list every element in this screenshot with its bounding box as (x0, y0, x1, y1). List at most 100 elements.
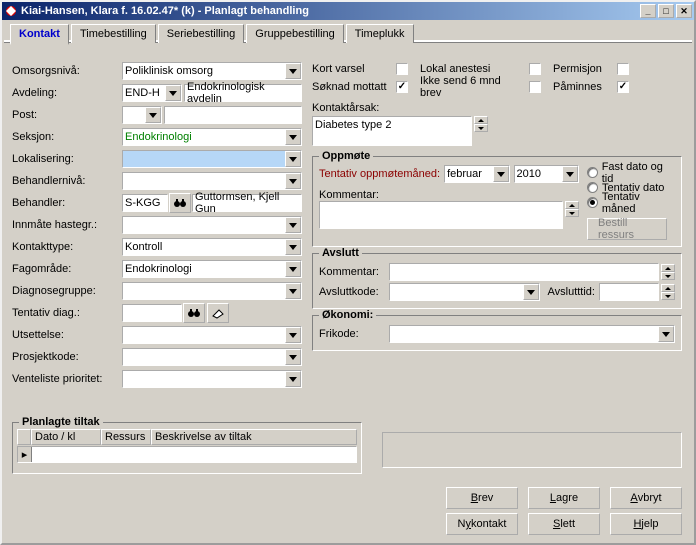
paminnes-checkbox[interactable] (617, 81, 629, 93)
avdeling-label: Avdeling: (12, 87, 122, 99)
oppmote-kommentar-input[interactable] (319, 201, 563, 229)
avslutt-kommentar-spinner[interactable] (661, 264, 675, 280)
chevron-down-icon[interactable] (285, 349, 301, 365)
chevron-down-icon[interactable] (285, 371, 301, 387)
venteliste-label: Venteliste prioritet: (12, 373, 122, 385)
kontakttype-select[interactable]: Kontroll (122, 238, 302, 256)
chevron-down-icon[interactable] (145, 107, 161, 123)
brev-button[interactable]: Brev (446, 487, 518, 509)
tab-timeplukk[interactable]: Timeplukk (346, 24, 414, 43)
chevron-down-icon[interactable] (285, 327, 301, 343)
omsorgsniva-label: Omsorgsnivå: (12, 65, 122, 77)
diagnosegruppe-label: Diagnosegruppe: (12, 285, 122, 297)
chevron-down-icon[interactable] (523, 284, 539, 300)
binoculars-icon[interactable] (169, 193, 191, 213)
slett-button[interactable]: Slett (528, 513, 600, 535)
table-row[interactable]: ▸ (17, 446, 357, 463)
fagomrade-select[interactable]: Endokrinologi (122, 260, 302, 278)
kortvarsel-label: Kort varsel (312, 63, 392, 75)
avslutt-legend: Avslutt (319, 247, 362, 259)
chevron-down-icon[interactable] (165, 85, 181, 101)
chevron-down-icon[interactable] (562, 166, 578, 182)
year-select[interactable]: 2010 (514, 165, 579, 183)
close-button[interactable]: ✕ (676, 4, 692, 18)
kortvarsel-checkbox[interactable] (396, 63, 408, 75)
chevron-down-icon[interactable] (658, 326, 674, 342)
avslutt-kommentar-input[interactable] (389, 263, 659, 281)
chevron-down-icon[interactable] (493, 166, 509, 182)
diagnosegruppe-select[interactable] (122, 282, 302, 300)
frikode-select[interactable] (389, 325, 675, 343)
kontaktarsak-input[interactable]: Diabetes type 2 (312, 116, 472, 146)
avsluttkode-label: Avsluttkode: (319, 286, 389, 298)
maximize-button[interactable]: □ (658, 4, 674, 18)
ikkesend-checkbox[interactable] (529, 81, 541, 93)
oppmote-kommentar-spinner[interactable] (565, 201, 579, 229)
minimize-button[interactable]: _ (640, 4, 656, 18)
chevron-down-icon[interactable] (285, 151, 301, 167)
binoculars-icon[interactable] (183, 303, 205, 323)
lagre-button[interactable]: Lagre (528, 487, 600, 509)
tentativdiag-input[interactable] (122, 304, 182, 322)
omsorgsniva-select[interactable]: Poliklinisk omsorg (122, 62, 302, 80)
fagomrade-label: Fagområde: (12, 263, 122, 275)
venteliste-select[interactable] (122, 370, 302, 388)
tab-bar: Kontakt Timebestilling Seriebestilling G… (2, 20, 694, 43)
utsettelse-select[interactable] (122, 326, 302, 344)
tab-timebestilling[interactable]: Timebestilling (71, 24, 156, 43)
avslutttid-input[interactable] (599, 283, 659, 301)
utsettelse-label: Utsettelse: (12, 329, 122, 341)
tab-kontakt[interactable]: Kontakt (10, 24, 69, 45)
chevron-down-icon[interactable] (285, 129, 301, 145)
avdeling-desc: Endokrinologisk avdelin (184, 84, 302, 102)
app-window: Kiai-Hansen, Klara f. 16.02.47* (k) - Pl… (0, 0, 696, 545)
hjelp-button[interactable]: Hjelp (610, 513, 682, 535)
radio-dato[interactable] (587, 182, 598, 193)
radio-fast[interactable] (587, 167, 598, 178)
prosjektkode-label: Prosjektkode: (12, 351, 122, 363)
oppmote-legend: Oppmøte (319, 150, 373, 162)
eraser-icon[interactable] (207, 303, 229, 323)
chevron-down-icon[interactable] (285, 261, 301, 277)
avbryt-button[interactable]: Avbryt (610, 487, 682, 509)
behandler-code[interactable]: S-KGG (122, 194, 168, 212)
tentativdiag-label: Tentativ diag.: (12, 307, 122, 319)
col-ressurs[interactable]: Ressurs (101, 429, 151, 445)
chevron-down-icon[interactable] (285, 63, 301, 79)
chevron-down-icon[interactable] (285, 173, 301, 189)
ikkesend-label: Ikke send 6 mnd brev (420, 75, 525, 99)
window-title: Kiai-Hansen, Klara f. 16.02.47* (k) - Pl… (21, 5, 638, 17)
grid-header: Dato / kl Ressurs Beskrivelse av tiltak (17, 429, 357, 446)
chevron-down-icon[interactable] (285, 217, 301, 233)
tab-seriebestilling[interactable]: Seriebestilling (158, 24, 244, 43)
permisjon-label: Permisjon (553, 63, 613, 75)
col-dato[interactable]: Dato / kl (31, 429, 101, 445)
prosjektkode-select[interactable] (122, 348, 302, 366)
nykontakt-button[interactable]: Ny kontakt (446, 513, 518, 535)
tab-gruppebestilling[interactable]: Gruppebestilling (246, 24, 344, 43)
lokalisering-select[interactable] (122, 150, 302, 168)
post-label: Post: (12, 109, 122, 121)
month-select[interactable]: februar (444, 165, 509, 183)
post-select[interactable] (122, 106, 162, 124)
avslutttid-spinner[interactable] (661, 284, 675, 300)
oppmote-group: Oppmøte Tentativ oppmøtemåned: februar 2… (312, 156, 682, 247)
lokalanestesi-checkbox[interactable] (529, 63, 541, 75)
chevron-down-icon[interactable] (285, 283, 301, 299)
seksjon-select[interactable]: Endokrinologi (122, 128, 302, 146)
soknad-checkbox[interactable] (396, 81, 408, 93)
avdeling-select[interactable]: END-H (122, 84, 182, 102)
innmate-select[interactable] (122, 216, 302, 234)
radio-maned[interactable] (587, 197, 598, 208)
col-beskrivelse[interactable]: Beskrivelse av tiltak (151, 429, 357, 445)
permisjon-checkbox[interactable] (617, 63, 629, 75)
paminnes-label: Påminnes (553, 81, 613, 93)
behandlerniva-select[interactable] (122, 172, 302, 190)
post-desc (164, 106, 302, 124)
kontaktarsak-spinner[interactable] (474, 116, 488, 146)
planlagte-tiltak-group: Planlagte tiltak Dato / kl Ressurs Beskr… (12, 422, 362, 474)
chevron-down-icon[interactable] (285, 239, 301, 255)
avsluttkode-select[interactable] (389, 283, 540, 301)
bestill-ressurs-button[interactable]: Bestill ressurs (587, 218, 667, 240)
frikode-label: Frikode: (319, 328, 389, 340)
